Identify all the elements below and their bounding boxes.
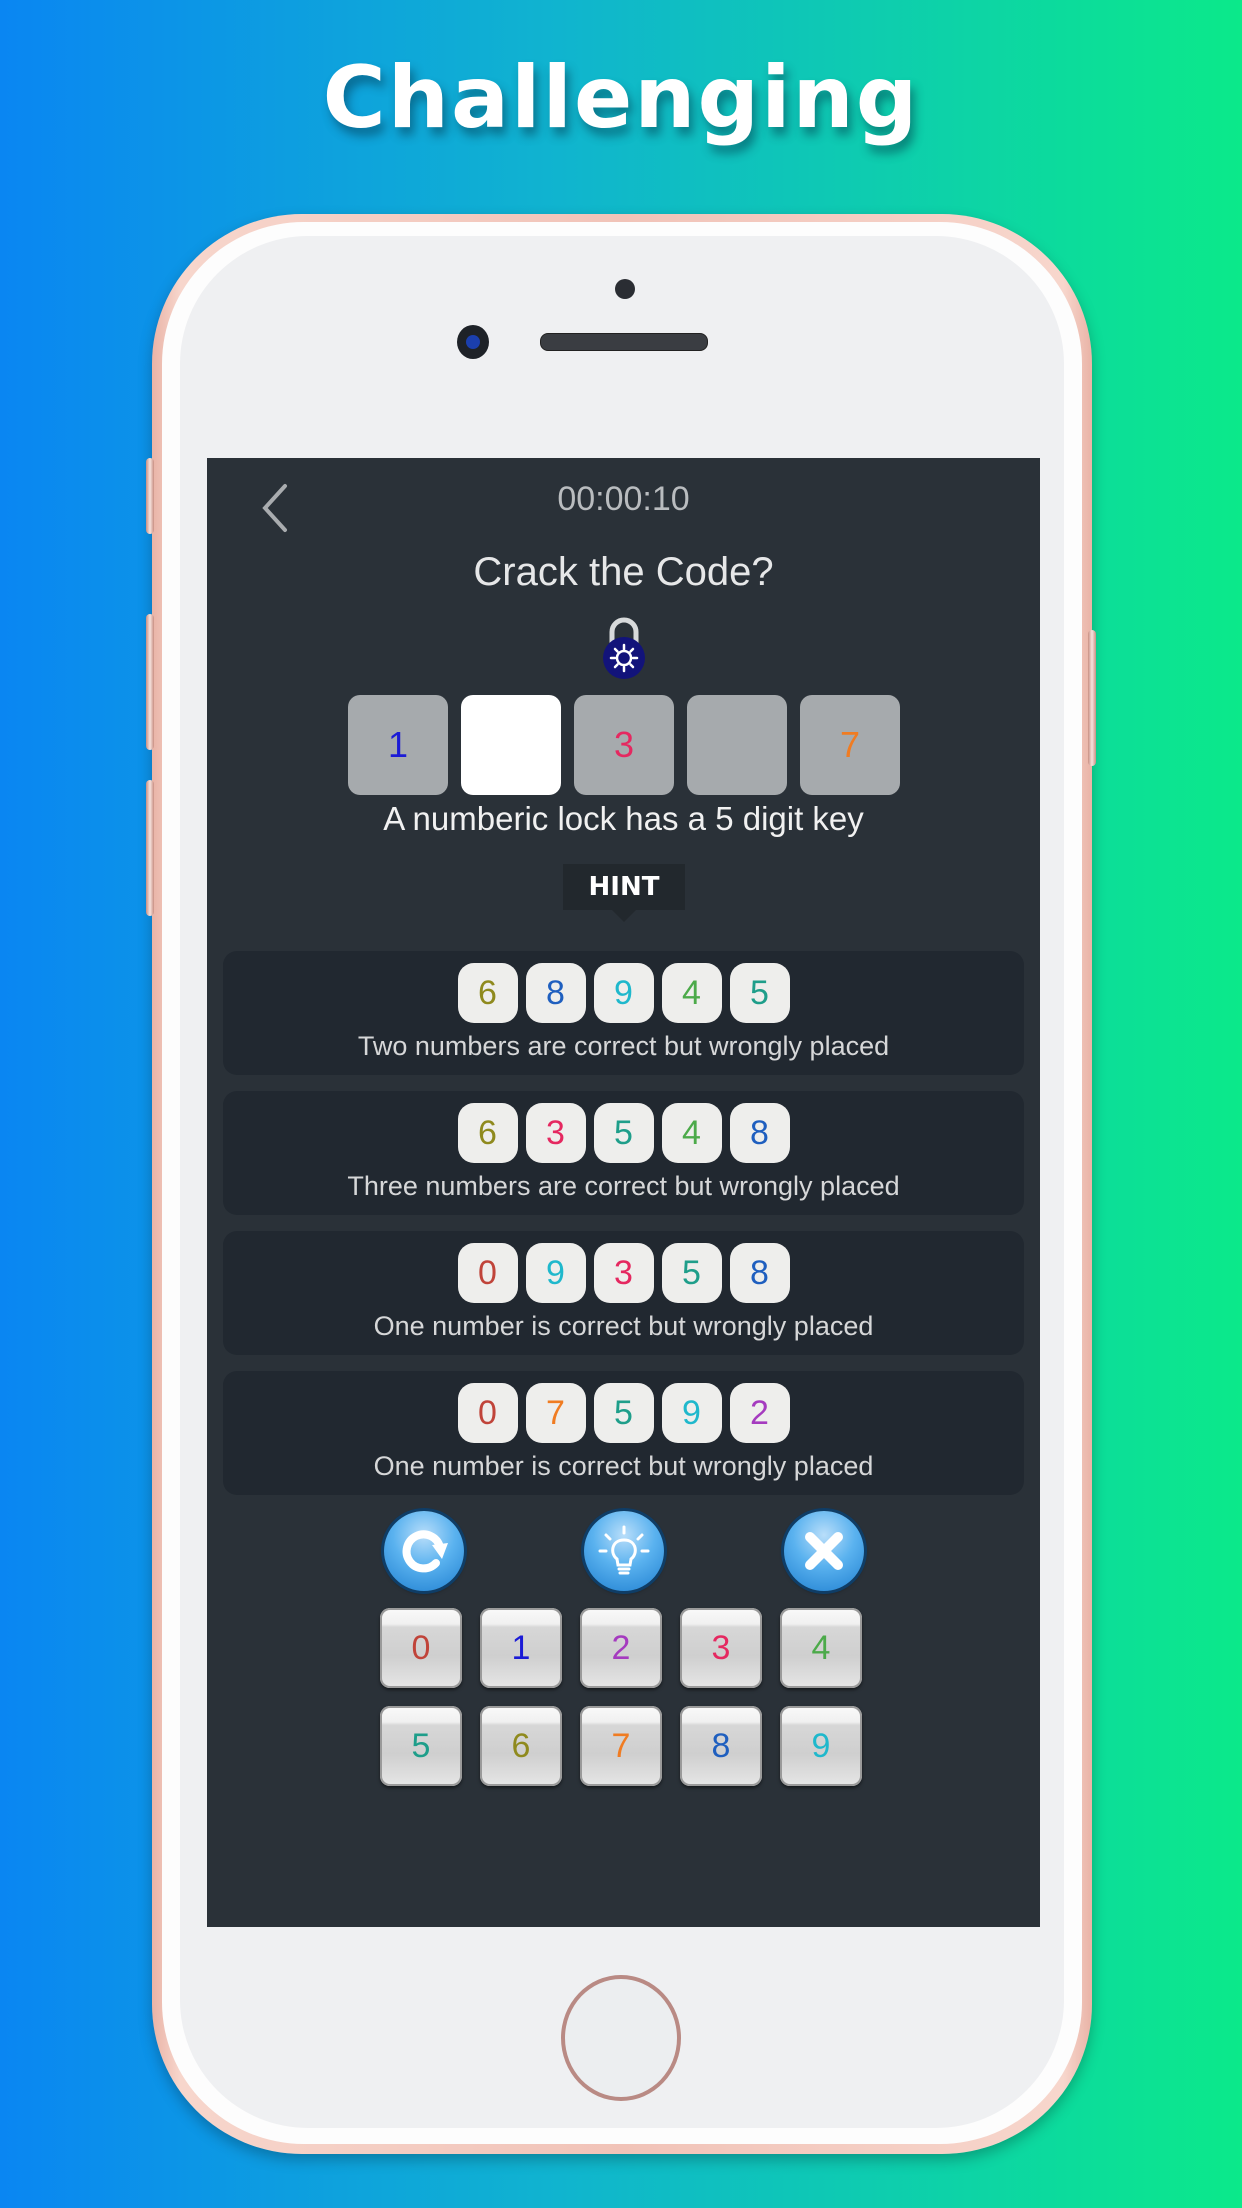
code-slot[interactable] [687,695,787,795]
clue-digit: 6 [457,1103,518,1163]
clue-list: 6 8 9 4 5 Two numbers are correct but wr… [223,951,1024,1511]
power-button [1088,630,1096,766]
key-label: 6 [511,1726,531,1765]
clue-digit: 3 [593,1243,654,1303]
key-9[interactable]: 9 [780,1706,862,1786]
padlock-icon [601,614,647,680]
key-label: 3 [711,1628,731,1667]
clue-digit: 5 [593,1103,654,1163]
hint-button[interactable] [584,1511,664,1591]
key-2[interactable]: 2 [580,1608,662,1688]
code-slot-digit: 7 [839,724,861,765]
clue-digit: 6 [457,963,518,1023]
close-icon [805,1532,843,1570]
clue-text: One number is correct but wrongly placed [373,1451,874,1481]
clue-digit: 8 [729,1103,790,1163]
clue-digit: 7 [525,1383,586,1443]
clue-digit: 5 [661,1243,722,1303]
clear-button[interactable] [784,1511,864,1591]
clue-digit: 5 [593,1383,654,1443]
key-label: 0 [411,1628,431,1667]
clue-digit: 4 [661,963,722,1023]
clue-digit: 3 [525,1103,586,1163]
home-button[interactable] [561,1975,681,2101]
earpiece-speaker [540,333,708,351]
clue-digit: 0 [457,1243,518,1303]
clue-digit: 8 [525,963,586,1023]
clue-digit: 9 [593,963,654,1023]
key-label: 7 [611,1726,631,1765]
key-5[interactable]: 5 [380,1706,462,1786]
key-8[interactable]: 8 [680,1706,762,1786]
key-label: 1 [511,1628,531,1667]
hint-label: HINT [563,864,685,922]
clue-digit: 2 [729,1383,790,1443]
game-screen: 00:00:10 Crack the Code? 1 3 7 A numberi… [207,458,1040,1927]
clue-text: Three numbers are correct but wrongly pl… [347,1171,900,1201]
volume-down-button [146,780,154,916]
lightbulb-icon [598,1525,650,1575]
volume-up-button [146,614,154,750]
number-keypad: 0 1 2 3 4 5 6 7 8 9 [380,1608,862,1786]
key-1[interactable]: 1 [480,1608,562,1688]
mute-switch [146,458,154,534]
clue-card: 0 7 5 9 2 One number is correct but wron… [223,1371,1024,1495]
clue-digit: 0 [457,1383,518,1443]
key-label: 5 [411,1726,431,1765]
timer: 00:00:10 [557,480,690,518]
code-slot-digit: 3 [613,724,635,765]
key-6[interactable]: 6 [480,1706,562,1786]
headline: Challenging [322,48,920,148]
clue-digit: 5 [729,963,790,1023]
puzzle-description: A numberic lock has a 5 digit key [383,800,864,837]
clue-text: Two numbers are correct but wrongly plac… [357,1031,890,1061]
code-slot-digit: 1 [387,724,409,765]
clue-digit: 9 [525,1243,586,1303]
code-slot[interactable] [461,695,561,795]
clue-digit: 8 [729,1243,790,1303]
key-label: 4 [811,1628,831,1667]
key-0[interactable]: 0 [380,1608,462,1688]
page-title: Crack the Code? [473,550,774,594]
clue-card: 6 8 9 4 5 Two numbers are correct but wr… [223,951,1024,1075]
code-slot[interactable]: 1 [348,695,448,795]
reset-button[interactable] [384,1511,464,1591]
code-slots: 1 3 7 [348,695,900,795]
clue-card: 6 3 5 4 8 Three numbers are correct but … [223,1091,1024,1215]
clue-text: One number is correct but wrongly placed [373,1311,874,1341]
clue-card: 0 9 3 5 8 One number is correct but wron… [223,1231,1024,1355]
key-label: 9 [811,1726,831,1765]
code-slot[interactable]: 3 [574,695,674,795]
clue-digit: 9 [661,1383,722,1443]
proximity-sensor [615,279,635,299]
code-slot[interactable]: 7 [800,695,900,795]
refresh-icon [402,1530,448,1573]
key-3[interactable]: 3 [680,1608,762,1688]
key-4[interactable]: 4 [780,1608,862,1688]
key-7[interactable]: 7 [580,1706,662,1786]
front-camera-icon [457,325,489,359]
key-label: 8 [711,1726,731,1765]
clue-digit: 4 [661,1103,722,1163]
key-label: 2 [611,1628,631,1667]
